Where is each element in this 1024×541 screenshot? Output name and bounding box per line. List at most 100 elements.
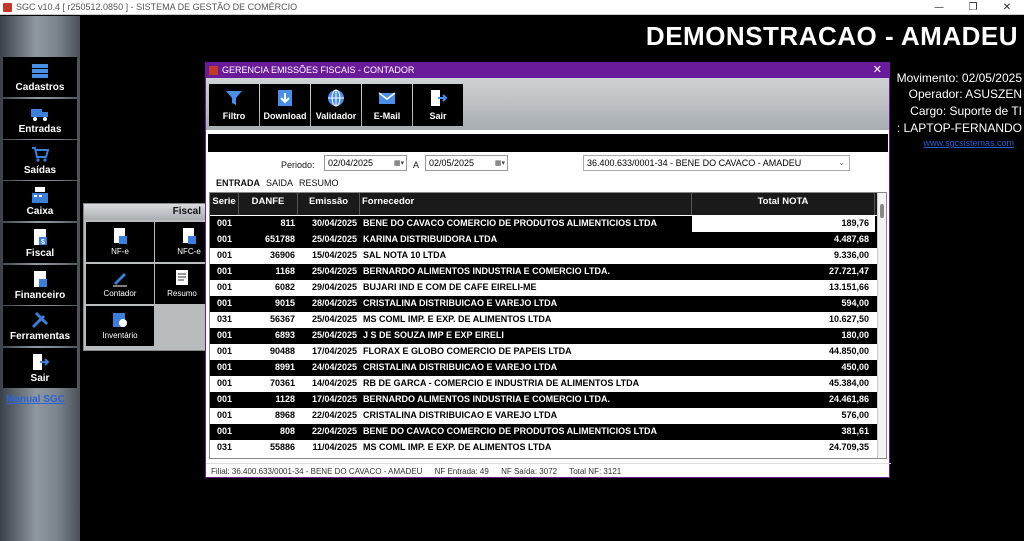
table-row[interactable]: 001 70361 14/04/2025 RB DE GARCA - COMERCIO… [210,376,879,392]
column-header-danfe[interactable]: DANFE [239,193,298,215]
cell-danfe: 56367 [269,314,295,324]
cell-fornecedor: CRISTALINA DISTRIBUICAO E VAREJO LTDA [363,298,558,308]
validador-label: Validador [315,111,357,121]
column-header-fornecedor[interactable]: Fornecedor [360,193,692,215]
cell-total-nota: 180,00 [841,330,869,340]
window-titlebar: SGC v10.4 [ r250512.0850 ] - SISTEMA DE … [0,0,1024,15]
email-button[interactable]: E-Mail [362,84,412,126]
minimize-button[interactable]: — [922,0,956,15]
nfe-document-icon [114,228,127,244]
nfe-button[interactable]: NF-e [86,222,154,262]
scrollbar-thumb[interactable] [880,204,884,218]
date-to-picker[interactable]: 02/05/2025 ▦▾ [425,155,508,171]
inventario-button[interactable]: Inventário [86,306,154,346]
download-button[interactable]: Download [260,84,310,126]
column-header-emissao[interactable]: Emissão [298,193,360,215]
sidebar-item-financeiro[interactable]: Financeiro [3,265,77,305]
date-from-picker[interactable]: 02/04/2025 ▦▾ [324,155,407,171]
sidebar-item-label: Saídas [23,165,57,176]
dialog-close-button[interactable]: ✕ [873,63,882,78]
table-row[interactable]: 001 1168 25/04/2025 BERNARDO ALIMENTOS INDU… [210,264,879,280]
dialog-toolbar: Filtro Download Validador E-Mail Sair [206,78,889,130]
sidebar-item-caixa[interactable]: Caixa [3,181,77,221]
table-row[interactable]: 031 56367 25/04/2025 MS COML IMP. E EXP. DE… [210,312,879,328]
cell-fornecedor: BERNARDO ALIMENTOS INDUSTRIA E COMERCIO … [363,266,610,276]
email-label: E-Mail [373,111,401,121]
table-row[interactable]: 001 36906 15/04/2025 SAL NOTA 10 LTDA 9.336,… [210,248,879,264]
cell-serie: 001 [216,394,233,404]
cell-emissao: 22/04/2025 [311,410,357,420]
app-logo-icon [3,3,12,12]
calendar-dropdown-icon[interactable]: ▦▾ [495,157,505,171]
table-row[interactable]: 001 8991 24/04/2025 CRISTALINA DISTRIBUICAO… [210,360,879,376]
sidebar: Cadastros Entradas Saídas Caixa $ Fiscal… [0,16,80,541]
cargo-info: Cargo: Suporte de TI [910,104,1022,118]
contador-button[interactable]: Contador [86,264,154,304]
table-row[interactable]: 001 808 22/04/2025 BENE DO CAVACO COMERCIO … [210,424,879,440]
dialog-title: GERENCIA EMISSÕES FISCAIS - CONTADOR [222,65,415,75]
tab-resumo[interactable]: RESUMO [296,177,342,189]
cell-emissao: 24/04/2025 [311,362,357,372]
tab-saida[interactable]: SAIDA [263,177,296,189]
cell-emissao: 25/04/2025 [311,314,357,324]
table-row[interactable]: 001 811 30/04/2025 BENE DO CAVACO COMERCIO … [210,216,879,232]
cell-danfe: 811 [280,218,295,228]
pen-sign-icon [113,273,127,287]
cell-fornecedor: CRISTALINA DISTRIBUICAO E VAREJO LTDA [363,362,558,372]
table-row[interactable]: 001 90488 17/04/2025 FLORAX E GLOBO COMERCI… [210,344,879,360]
table-row[interactable]: 031 55886 11/04/2025 MS COML IMP. E EXP. DE… [210,440,879,456]
table-row[interactable]: 001 651788 25/04/2025 KARINA DISTRIBUIDORA … [210,232,879,248]
sidebar-item-label: Financeiro [14,290,66,301]
exit-door-icon [33,354,50,370]
cell-emissao: 28/04/2025 [311,298,357,308]
cell-fornecedor: BENE DO CAVACO COMERCIO DE PRODUTOS ALIM… [363,218,658,228]
cell-fornecedor: MS COML IMP. E EXP. DE ALIMENTOS LTDA [363,314,552,324]
filters-row: Periodo: 02/04/2025 ▦▾ A 02/05/2025 ▦▾ 3… [206,155,891,175]
cell-serie: 001 [216,410,233,420]
table-row[interactable]: 001 1128 17/04/2025 BERNARDO ALIMENTOS INDU… [210,392,879,408]
validador-button[interactable]: Validador [311,84,361,126]
column-header-serie[interactable]: Serie [210,193,239,215]
calendar-dropdown-icon[interactable]: ▦▾ [394,157,404,171]
summary-document-icon [176,270,188,285]
cell-fornecedor: KARINA DISTRIBUIDORA LTDA [363,234,498,244]
movimento-info: Movimento: 02/05/2025 [896,71,1022,85]
sidebar-item-fiscal[interactable]: $ Fiscal [3,223,77,263]
table-row[interactable]: 001 9015 28/04/2025 CRISTALINA DISTRIBUICAO… [210,296,879,312]
table-row[interactable]: 001 8968 22/04/2025 CRISTALINA DISTRIBUICAO… [210,408,879,424]
company-select[interactable]: 36.400.633/0001-34 - BENE DO CAVACO - AM… [583,155,850,171]
tab-entrada[interactable]: ENTRADA [213,177,263,189]
filtro-button[interactable]: Filtro [209,84,259,126]
download-label: Download [263,111,307,121]
resumo-button[interactable]: Resumo [155,264,209,304]
grid-vertical-scrollbar[interactable] [877,193,886,458]
cell-total-nota: 4.487,68 [833,234,869,244]
sidebar-item-entradas[interactable]: Entradas [3,99,77,139]
cell-emissao: 22/04/2025 [311,426,357,436]
cell-fornecedor: RB DE GARCA - COMERCIO E INDUSTRIA DE AL… [363,378,640,388]
cell-fornecedor: SAL NOTA 10 LTDA [363,250,447,260]
maximize-button[interactable]: ❐ [956,0,990,15]
sidebar-item-saidas[interactable]: Saídas [3,140,77,180]
column-header-total-nota[interactable]: Total NOTA [692,193,875,215]
website-link[interactable]: www.sgcsistemas.com [923,138,1014,148]
cash-register-icon [32,187,48,203]
cell-serie: 001 [216,266,233,276]
cell-total-nota: 576,00 [841,410,869,420]
tabs-bar: ENTRADA SAIDA RESUMO [213,177,342,189]
cell-danfe: 651788 [264,234,295,244]
chevron-down-icon[interactable]: ⌄ [838,156,845,170]
date-separator: A [413,160,420,170]
sidebar-item-sair[interactable]: Sair [3,348,77,388]
table-row[interactable]: 001 6893 25/04/2025 J S DE SOUZA IMP E EXP … [210,328,879,344]
cell-fornecedor: BENE DO CAVACO COMERCIO DE PRODUTOS ALIM… [363,426,658,436]
cell-serie: 001 [216,378,233,388]
sidebar-item-cadastros[interactable]: Cadastros [3,57,77,97]
manual-sgc-link[interactable]: Manual SGC [6,394,65,405]
company-title: DEMONSTRACAO - AMADEU [645,21,1018,51]
close-window-button[interactable]: ✕ [990,0,1024,15]
sair-button[interactable]: Sair [413,84,463,126]
cell-serie: 001 [216,218,233,228]
table-row[interactable]: 001 6082 29/04/2025 BUJARI IND E COM DE CAF… [210,280,879,296]
sidebar-item-ferramentas[interactable]: Ferramentas [3,306,77,346]
